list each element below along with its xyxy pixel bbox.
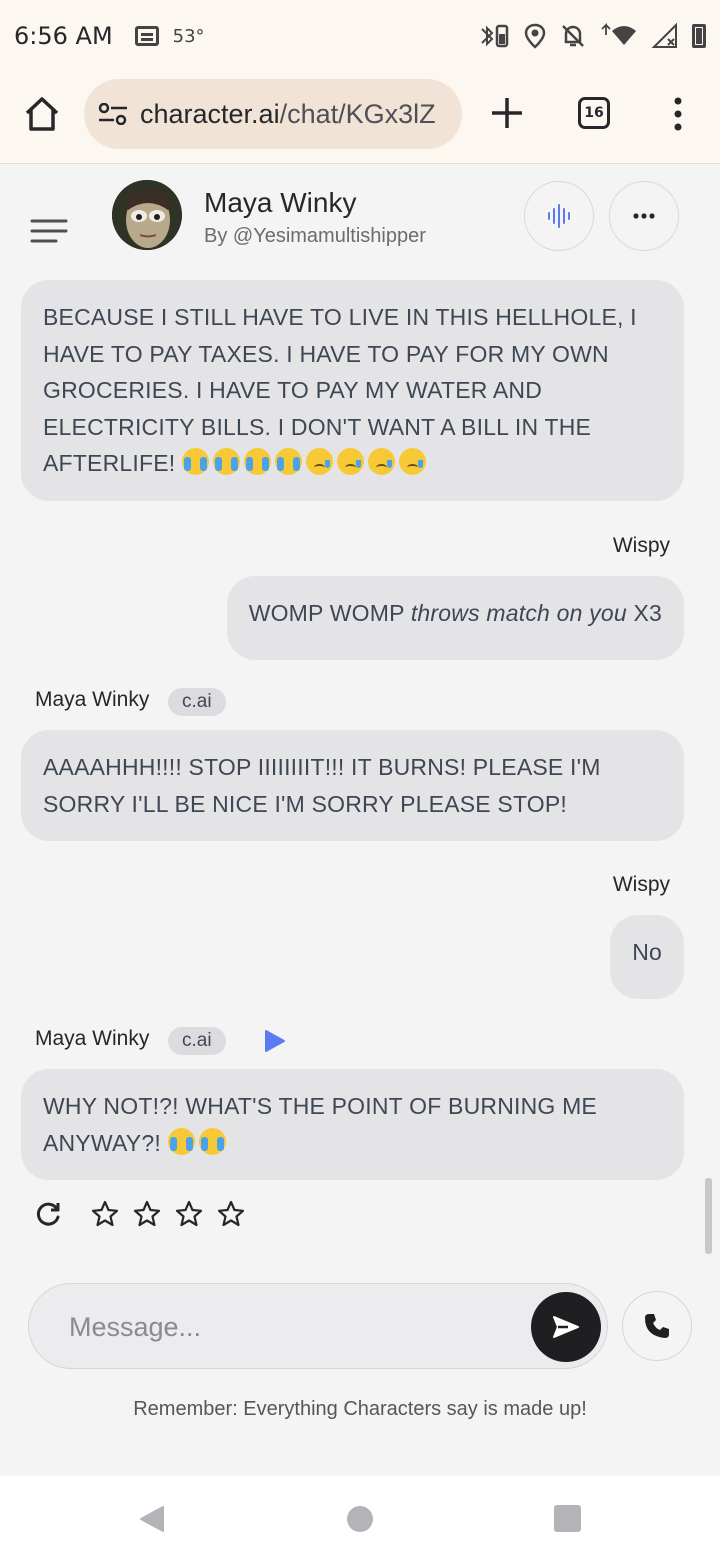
loudly-crying-emoji-icon bbox=[181, 448, 209, 475]
home-icon[interactable] bbox=[22, 94, 62, 134]
crying-face-emoji-icon bbox=[367, 448, 395, 475]
news-icon bbox=[134, 26, 159, 46]
character-message[interactable]: AAAAHHH!!!! STOP IIIIIIIIT!!! IT BURNS! … bbox=[21, 730, 684, 841]
new-tab-icon[interactable] bbox=[488, 94, 526, 132]
status-icons bbox=[478, 23, 706, 49]
status-time: 6:56 AM bbox=[14, 22, 113, 50]
loudly-crying-emoji-icon bbox=[167, 1127, 195, 1155]
call-button[interactable] bbox=[622, 1291, 692, 1361]
chat-header: Maya Winky By @Yesimamultishipper bbox=[0, 165, 720, 270]
location-icon bbox=[524, 23, 546, 49]
tab-switcher-button[interactable]: 16 bbox=[578, 97, 610, 129]
sender-name: Maya Winky bbox=[35, 1027, 150, 1050]
message-action-text: throws match on you bbox=[410, 600, 627, 626]
disclaimer-text: Remember: Everything Characters say is m… bbox=[133, 1398, 587, 1420]
message-text: WOMP WOMP bbox=[248, 600, 405, 626]
star-icon[interactable] bbox=[90, 1199, 120, 1229]
mute-icon bbox=[562, 25, 584, 47]
star-icon[interactable] bbox=[174, 1199, 204, 1229]
scrollbar[interactable] bbox=[705, 1178, 712, 1254]
avatar-image bbox=[112, 180, 182, 250]
voice-button[interactable] bbox=[524, 181, 594, 251]
battery-icon bbox=[692, 24, 706, 48]
crying-face-emoji-icon bbox=[336, 448, 364, 475]
url-text: character.ai/chat/KGx3lZ bbox=[140, 99, 436, 130]
menu-icon[interactable] bbox=[30, 217, 68, 245]
site-settings-icon[interactable] bbox=[98, 103, 128, 125]
ai-badge: c.ai bbox=[168, 688, 226, 716]
message-text: WHY NOT!?! WHAT'S THE POINT OF BURNING M… bbox=[43, 1093, 597, 1156]
wifi-icon bbox=[601, 23, 636, 45]
message-rating bbox=[34, 1198, 246, 1230]
ai-badge: c.ai bbox=[168, 1027, 226, 1055]
send-button[interactable] bbox=[531, 1292, 601, 1362]
audio-wave-icon bbox=[548, 204, 570, 228]
system-navigation-bar bbox=[0, 1476, 720, 1560]
more-options-button[interactable] bbox=[609, 181, 679, 251]
status-bar: 6:56 AM 53° bbox=[0, 0, 720, 72]
more-icon bbox=[633, 213, 655, 219]
browser-toolbar: character.ai/chat/KGx3lZ 16 bbox=[0, 72, 720, 164]
sender-name: Maya Winky bbox=[35, 688, 150, 711]
loudly-crying-emoji-icon bbox=[212, 448, 240, 475]
phone-icon bbox=[645, 1314, 669, 1338]
message-text: No bbox=[632, 939, 662, 965]
signal-icon bbox=[652, 23, 677, 48]
bluetooth-battery-icon bbox=[481, 24, 509, 48]
message-composer bbox=[28, 1283, 608, 1369]
user-message[interactable]: No bbox=[610, 915, 684, 999]
user-message[interactable]: WOMP WOMP throws match on you X3 bbox=[226, 576, 684, 660]
sender-name: Wispy bbox=[612, 534, 670, 557]
back-icon[interactable] bbox=[138, 1504, 166, 1534]
star-icon[interactable] bbox=[132, 1199, 162, 1229]
regenerate-icon[interactable] bbox=[34, 1200, 62, 1228]
character-name[interactable]: Maya Winky bbox=[204, 187, 356, 219]
url-path: /chat/KGx3lZ bbox=[279, 98, 436, 129]
character-message[interactable]: BECAUSE I STILL HAVE TO LIVE IN THIS HEL… bbox=[21, 280, 684, 501]
emoji-row bbox=[181, 448, 430, 476]
message-text: X3 bbox=[633, 600, 662, 626]
message-input[interactable] bbox=[69, 1302, 509, 1352]
home-nav-icon[interactable] bbox=[347, 1506, 373, 1532]
crying-face-emoji-icon bbox=[305, 448, 333, 475]
loudly-crying-emoji-icon bbox=[243, 448, 271, 475]
character-message[interactable]: WHY NOT!?! WHAT'S THE POINT OF BURNING M… bbox=[21, 1069, 684, 1180]
loudly-crying-emoji-icon bbox=[198, 1127, 226, 1155]
play-audio-icon[interactable] bbox=[262, 1029, 286, 1053]
send-icon bbox=[553, 1316, 579, 1338]
status-temperature: 53° bbox=[172, 25, 205, 47]
url-field[interactable]: character.ai/chat/KGx3lZ bbox=[84, 79, 462, 149]
crying-face-emoji-icon bbox=[398, 448, 426, 475]
recent-apps-icon[interactable] bbox=[554, 1505, 581, 1532]
character-avatar[interactable] bbox=[112, 180, 182, 250]
loudly-crying-emoji-icon bbox=[274, 448, 302, 475]
message-text: AAAAHHH!!!! STOP IIIIIIIIT!!! IT BURNS! … bbox=[43, 754, 601, 817]
sender-name: Wispy bbox=[612, 873, 670, 896]
character-author[interactable]: By @Yesimamultishipper bbox=[204, 225, 426, 248]
browser-menu-icon[interactable] bbox=[670, 96, 686, 132]
url-domain: character.ai bbox=[140, 98, 280, 129]
star-icon[interactable] bbox=[216, 1199, 246, 1229]
emoji-row bbox=[167, 1127, 230, 1156]
